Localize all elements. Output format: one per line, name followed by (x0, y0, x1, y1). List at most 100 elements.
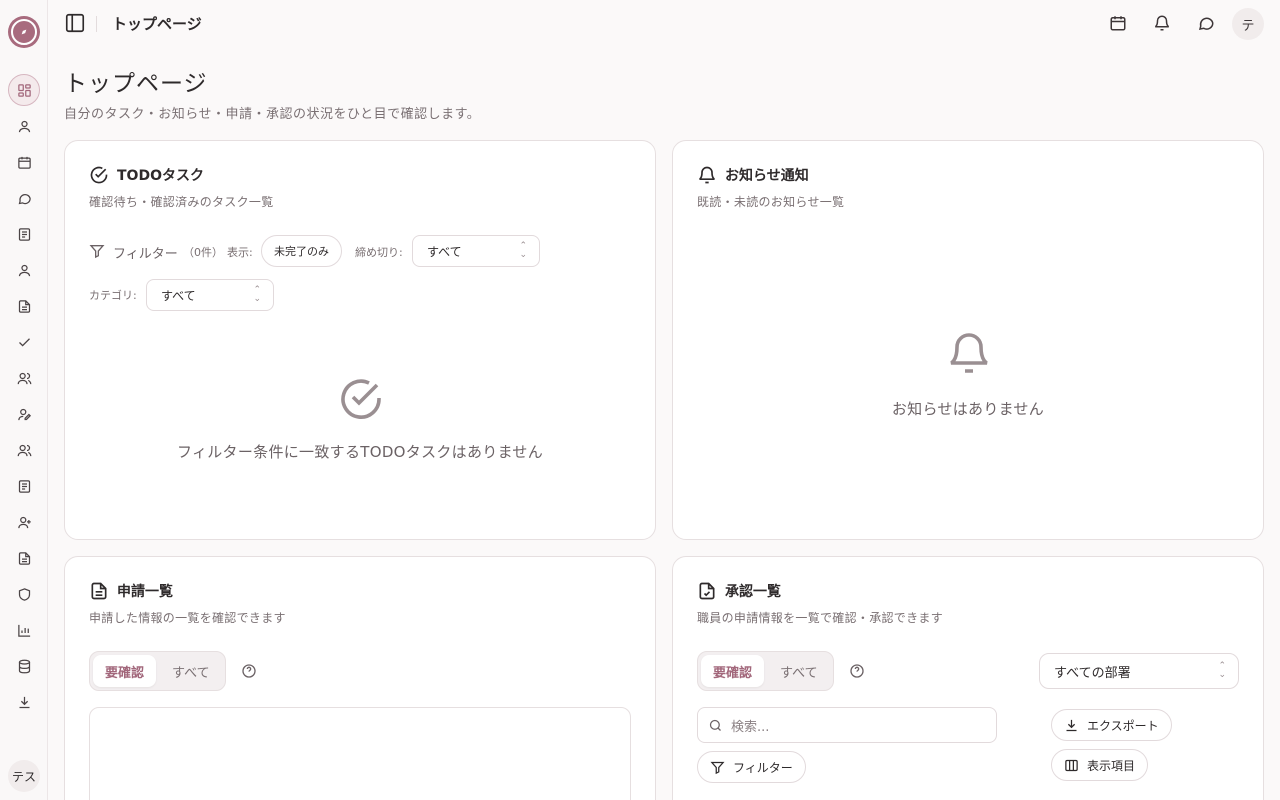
department-select-value: すべての部署 (1054, 665, 1131, 681)
todo-title: TODOタスク (89, 165, 204, 185)
chevron-updown-icon: ⌃ ⌄ (519, 241, 527, 260)
sidebar-toggle-icon[interactable] (64, 12, 86, 34)
nav-calendar[interactable] (8, 146, 40, 178)
nav-records[interactable] (8, 470, 40, 502)
approvals-title: 承認一覧 (697, 581, 781, 601)
help-icon[interactable] (849, 663, 865, 679)
nav-files[interactable] (8, 290, 40, 322)
nav-team[interactable] (8, 362, 40, 394)
calendar-icon[interactable] (1109, 14, 1127, 32)
users-icon (17, 444, 31, 456)
filter-icon (710, 761, 725, 774)
applications-tabs: 要確認 すべて (89, 651, 226, 691)
file-text-icon (91, 582, 107, 600)
chevron-updown-icon: ⌃ ⌄ (1218, 661, 1226, 680)
search-input[interactable]: 検索... (697, 707, 997, 743)
applications-subtitle: 申請した情報の一覧を確認できます (89, 611, 286, 625)
tab-required[interactable]: 要確認 (701, 655, 765, 687)
search-icon (709, 719, 721, 731)
shield-icon (18, 587, 30, 601)
page-subtitle: 自分のタスク・お知らせ・申請・承認の状況をひと目で確認します。 (64, 107, 481, 122)
bell-icon (699, 166, 715, 184)
filter-count: （0件） (183, 246, 223, 259)
book-icon (18, 479, 30, 493)
nav-documents[interactable] (8, 218, 40, 250)
filter-label[interactable]: フィルター (113, 243, 178, 262)
user-avatar[interactable]: テ (1232, 8, 1264, 40)
deadline-select[interactable]: すべて ⌃ ⌄ (412, 235, 540, 267)
applications-table (89, 707, 631, 800)
filter-button[interactable]: フィルター (697, 751, 806, 783)
check-icon (18, 337, 30, 347)
notices-title: お知らせ通知 (697, 165, 809, 185)
nav-analytics[interactable] (8, 614, 40, 646)
divider (96, 16, 97, 32)
book-icon (18, 227, 30, 241)
tab-all[interactable]: すべて (768, 655, 830, 687)
compass-icon (21, 29, 27, 35)
app-logo[interactable] (8, 16, 40, 48)
nav-staff[interactable] (8, 254, 40, 286)
nav-tasks[interactable] (8, 326, 40, 358)
nav-groups[interactable] (8, 434, 40, 466)
user-pen-icon (17, 408, 31, 420)
notices-title-text: お知らせ通知 (725, 168, 809, 184)
notices-subtitle: 既読・未読のお知らせ一覧 (697, 195, 845, 209)
help-icon[interactable] (241, 663, 257, 679)
tab-all[interactable]: すべて (160, 655, 222, 687)
display-toggle[interactable]: 未完了のみ (261, 235, 342, 267)
deadline-select-value: すべて (427, 244, 462, 259)
nav-messages[interactable] (8, 182, 40, 214)
sidebar: テス (0, 0, 48, 800)
category-select[interactable]: すべて ⌃ ⌄ (146, 279, 274, 311)
category-label: カテゴリ: (89, 289, 137, 302)
department-select[interactable]: すべての部署 ⌃ ⌄ (1039, 653, 1239, 689)
deadline-label: 締め切り: (355, 246, 403, 259)
filter-icon[interactable] (89, 243, 105, 259)
nav-security[interactable] (8, 578, 40, 610)
database-icon (18, 659, 30, 673)
nav-user-edit[interactable] (8, 398, 40, 430)
nav-dashboard[interactable] (8, 74, 40, 106)
approvals-title-text: 承認一覧 (725, 584, 781, 600)
check-circle-icon (341, 379, 381, 419)
topbar: トップページ テ (48, 0, 1280, 48)
applications-title: 申請一覧 (89, 581, 173, 601)
file-check-icon (699, 582, 715, 600)
notices-empty-message: お知らせはありません (891, 400, 1045, 418)
applications-title-text: 申請一覧 (117, 584, 173, 600)
file-text-icon (18, 299, 30, 313)
nav-download[interactable] (8, 686, 40, 718)
nav-reports[interactable] (8, 542, 40, 574)
grid-icon (17, 83, 31, 97)
nav-add-user[interactable] (8, 506, 40, 538)
tab-required[interactable]: 要確認 (93, 655, 157, 687)
columns-icon (1065, 759, 1078, 771)
export-button-label: エクスポート (1087, 718, 1159, 733)
page-title: トップページ (64, 71, 208, 97)
display-label: 表示: (227, 246, 253, 259)
bell-icon[interactable] (1153, 14, 1171, 32)
todo-title-text: TODOタスク (117, 168, 204, 184)
category-select-value: すべて (161, 288, 196, 303)
chat-icon[interactable] (1197, 14, 1215, 32)
users-icon (17, 372, 31, 384)
export-button[interactable]: エクスポート (1051, 709, 1172, 741)
columns-button-label: 表示項目 (1087, 758, 1136, 773)
notices-card: お知らせ通知 既読・未読のお知らせ一覧 お知らせはありません (672, 140, 1264, 540)
chevron-updown-icon: ⌃ ⌄ (253, 285, 261, 304)
todo-empty-message: フィルター条件に一致するTODOタスクはありません (176, 443, 544, 461)
file-text-icon (18, 551, 30, 565)
applications-card: 申請一覧 申請した情報の一覧を確認できます 要確認 すべて (64, 556, 656, 800)
calendar-icon (17, 156, 31, 169)
columns-button[interactable]: 表示項目 (1051, 749, 1149, 781)
user-plus-icon (17, 516, 31, 528)
approvals-tabs: 要確認 すべて (697, 651, 834, 691)
check-circle-icon (90, 166, 108, 184)
user-icon (18, 264, 30, 276)
user-avatar-bottom[interactable]: テス (8, 760, 40, 792)
breadcrumb-title: トップページ (112, 15, 202, 33)
bell-icon (950, 333, 988, 373)
nav-database[interactable] (8, 650, 40, 682)
nav-profile[interactable] (8, 110, 40, 142)
